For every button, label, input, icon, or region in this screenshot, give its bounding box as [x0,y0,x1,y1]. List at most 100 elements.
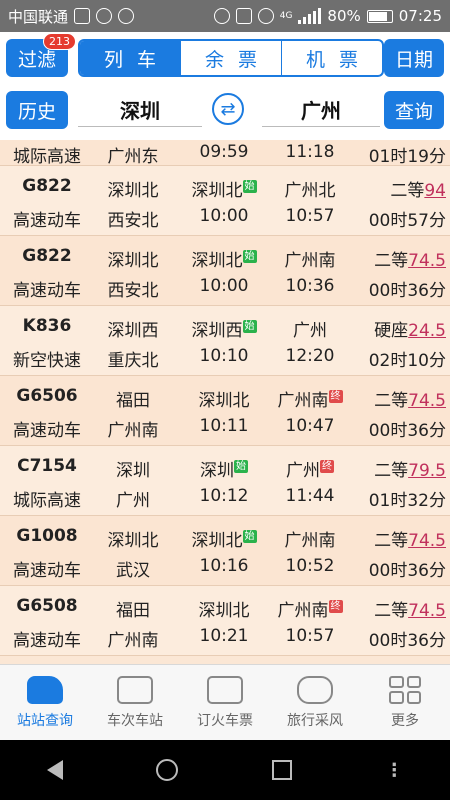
nav-station-query[interactable]: 站站查询 [0,665,90,740]
train-code: K836 [22,316,72,336]
filter-count-badge: 213 [43,33,76,50]
seat-price[interactable]: 硬座24.5 [358,316,446,341]
train-type: 高速动车 [13,211,81,231]
depart-station: 深圳始 [186,456,262,481]
search-toolbar: 过滤 213 列车 余票 机票 日期 历史 深圳 ⇄ 广州 查询 [0,32,450,140]
price-link[interactable]: 74.5 [408,391,446,411]
origin-station: 深圳 [116,461,150,481]
train-row[interactable]: G6508 高速动车 福田 广州南 深圳北 10:21 广州南终 10:57 二… [0,586,450,656]
duration: 01时32分 [368,491,446,511]
from-city-field[interactable]: 深圳 [78,93,202,127]
train-type: 高速动车 [13,561,81,581]
depart-time: 10:10 [199,346,249,366]
origin-station: 深圳北 [107,181,159,201]
train-row[interactable]: G6506 高速动车 福田 广州南 深圳北 10:11 广州南终 10:47 二… [0,376,450,446]
arrive-station: 广州终 [272,456,348,481]
train-row[interactable]: G822 高速动车 深圳北 西安北 深圳北始 10:00 广州北 10:57 二… [0,166,450,236]
nav-label: 更多 [391,712,419,729]
depart-time: 10:21 [199,626,249,646]
chat-icon [297,675,333,704]
seat-price[interactable]: 二等74.5 [358,386,446,411]
duration: 02时10分 [368,351,446,371]
train-row[interactable]: G1008 高速动车 深圳北 武汉 深圳北始 10:16 广州南 10:52 二… [0,516,450,586]
origin-station: 深圳西 [107,321,159,341]
price-link[interactable]: 74.5 [408,531,446,551]
home-icon[interactable] [156,759,179,781]
arrive-station: 广州北 [284,181,336,201]
tab-trains[interactable]: 列车 [80,41,180,75]
nav-travel-stories[interactable]: 旅行采风 [270,665,360,740]
system-nav-bar: ⋮ [0,740,450,800]
seat-price[interactable]: 二等94 [358,176,446,201]
end-station-tag: 终 [328,600,343,614]
depart-station-name: 深圳 [200,461,234,481]
duration: 01时19分 [368,147,446,167]
start-station-tag: 始 [234,460,248,474]
price-link[interactable]: 94 [424,181,446,201]
nav-label: 站站查询 [17,712,73,729]
history-button[interactable]: 历史 [6,91,68,129]
start-station-tag: 始 [242,180,257,194]
headphone-icon [213,8,230,24]
price-link[interactable]: 24.5 [408,321,446,341]
seat-class: 二等 [374,601,409,621]
date-button[interactable]: 日期 [384,39,444,77]
price-link[interactable]: 79.5 [408,461,446,481]
menu-dots-icon[interactable]: ⋮ [385,760,403,781]
nav-book-tickets[interactable]: 订火车票 [180,665,270,740]
start-station-tag: 始 [242,530,257,544]
clock: 07:25 [398,7,442,25]
train-code: G6508 [16,596,78,616]
depart-time: 10:00 [199,276,249,296]
bottom-nav: 站站查询 车次车站 订火车票 旅行采风 更多 [0,664,450,740]
depart-station: 深圳北始 [186,176,262,201]
nav-more[interactable]: 更多 [360,665,450,740]
train-list[interactable]: 城际高速 广州东 09:59 11:18 01时19分 G822 高速动车 深圳… [0,140,450,664]
nav-label: 车次车站 [107,712,163,729]
arrive-time: 11:44 [285,486,335,506]
arrive-time: 10:57 [285,206,335,226]
tab-remaining-tickets[interactable]: 余票 [180,41,281,75]
price-link[interactable]: 74.5 [408,601,446,621]
filter-button[interactable]: 过滤 213 [6,33,76,77]
seat-price[interactable]: 二等74.5 [358,596,446,621]
train-code: G822 [22,176,72,196]
seat-price[interactable]: 二等79.5 [358,456,446,481]
battery-icon [366,9,393,23]
train-row[interactable]: 城际高速 广州东 09:59 11:18 01时19分 [0,140,450,167]
back-icon[interactable] [46,760,63,780]
train-row[interactable]: G822 高速动车 深圳北 西安北 深圳北始 10:00 广州南 10:36 二… [0,236,450,306]
price-link[interactable]: 74.5 [408,251,446,271]
swap-cities-icon[interactable]: ⇄ [212,93,244,125]
start-station-tag: 始 [242,250,257,264]
depart-station-name: 深圳北 [191,181,243,201]
depart-time: 10:11 [199,416,249,436]
train-type: 新空快速 [13,351,81,371]
train-row[interactable]: K836 新空快速 深圳西 重庆北 深圳西始 10:10 广州 12:20 硬座… [0,306,450,376]
recent-apps-icon[interactable] [271,760,292,780]
seat-class: 二等 [374,531,409,551]
origin-station: 深圳北 [107,531,159,551]
terminal-station: 武汉 [116,561,150,581]
depart-time: 10:00 [199,206,249,226]
arrive-station: 广州南终 [272,386,348,411]
duration: 00时36分 [368,631,446,651]
duration: 00时57分 [368,211,446,231]
train-code: G822 [22,246,72,266]
query-button[interactable]: 查询 [384,91,444,129]
nav-train-station[interactable]: 车次车站 [90,665,180,740]
terminal-station: 西安北 [107,211,159,231]
carrier-name: 中国联通 [8,7,69,26]
arrive-time: 11:18 [285,142,335,162]
status-bar: 中国联通 4G 80% 07:25 [0,0,450,32]
ticket-icon [207,675,243,704]
train-type: 高速动车 [13,281,81,301]
nav-label: 订火车票 [197,712,253,729]
end-station-tag: 终 [320,460,334,474]
seat-price[interactable]: 二等74.5 [358,526,446,551]
tab-flights[interactable]: 机票 [281,41,382,75]
to-city-field[interactable]: 广州 [262,93,380,127]
arrive-time: 10:52 [285,556,335,576]
seat-price[interactable]: 二等74.5 [358,246,446,271]
train-row[interactable]: C7154 城际高速 深圳 广州 深圳始 10:12 广州终 11:44 二等7… [0,446,450,516]
